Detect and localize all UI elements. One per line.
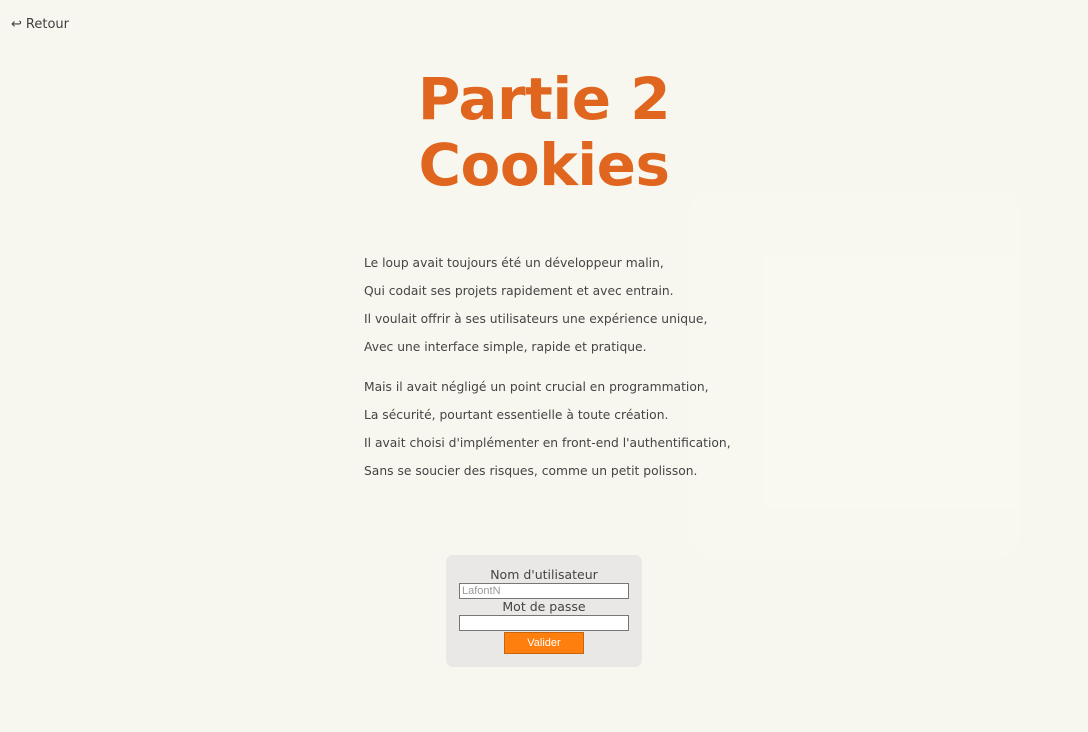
poem-line: Qui codait ses projets rapidement et ave…	[364, 284, 674, 298]
back-link[interactable]: ↩ Retour	[11, 17, 69, 32]
poem-stanza-1: Le loup avait toujours été un développeu…	[364, 253, 794, 365]
page-title: Partie 2 Cookies	[0, 66, 1088, 198]
poem-line: Il avait choisi d'implémenter en front-e…	[364, 436, 731, 450]
submit-button[interactable]: Valider	[504, 632, 584, 654]
poem-line: Avec une interface simple, rapide et pra…	[364, 340, 647, 354]
poem-line: Mais il avait négligé un point crucial e…	[364, 380, 709, 394]
username-input[interactable]	[459, 583, 629, 599]
return-arrow-icon: ↩	[11, 17, 22, 32]
title-line-2: Cookies	[418, 131, 670, 199]
password-input[interactable]	[459, 615, 629, 631]
poem-line: Il voulait offrir à ses utilisateurs une…	[364, 312, 708, 326]
login-form: Nom d'utilisateur Mot de passe Valider	[446, 555, 642, 667]
page: ↩ Retour Partie 2 Cookies Le loup avait …	[0, 0, 1088, 732]
back-link-label: Retour	[25, 17, 69, 32]
password-label: Mot de passe	[502, 599, 586, 614]
poem-line: La sécurité, pourtant essentielle à tout…	[364, 408, 669, 422]
username-label: Nom d'utilisateur	[490, 567, 598, 582]
poem: Le loup avait toujours été un développeu…	[364, 253, 794, 489]
poem-line: Le loup avait toujours été un développeu…	[364, 256, 664, 270]
poem-stanza-2: Mais il avait négligé un point crucial e…	[364, 377, 794, 489]
poem-line: Sans se soucier des risques, comme un pe…	[364, 464, 698, 478]
title-line-1: Partie 2	[417, 65, 671, 133]
